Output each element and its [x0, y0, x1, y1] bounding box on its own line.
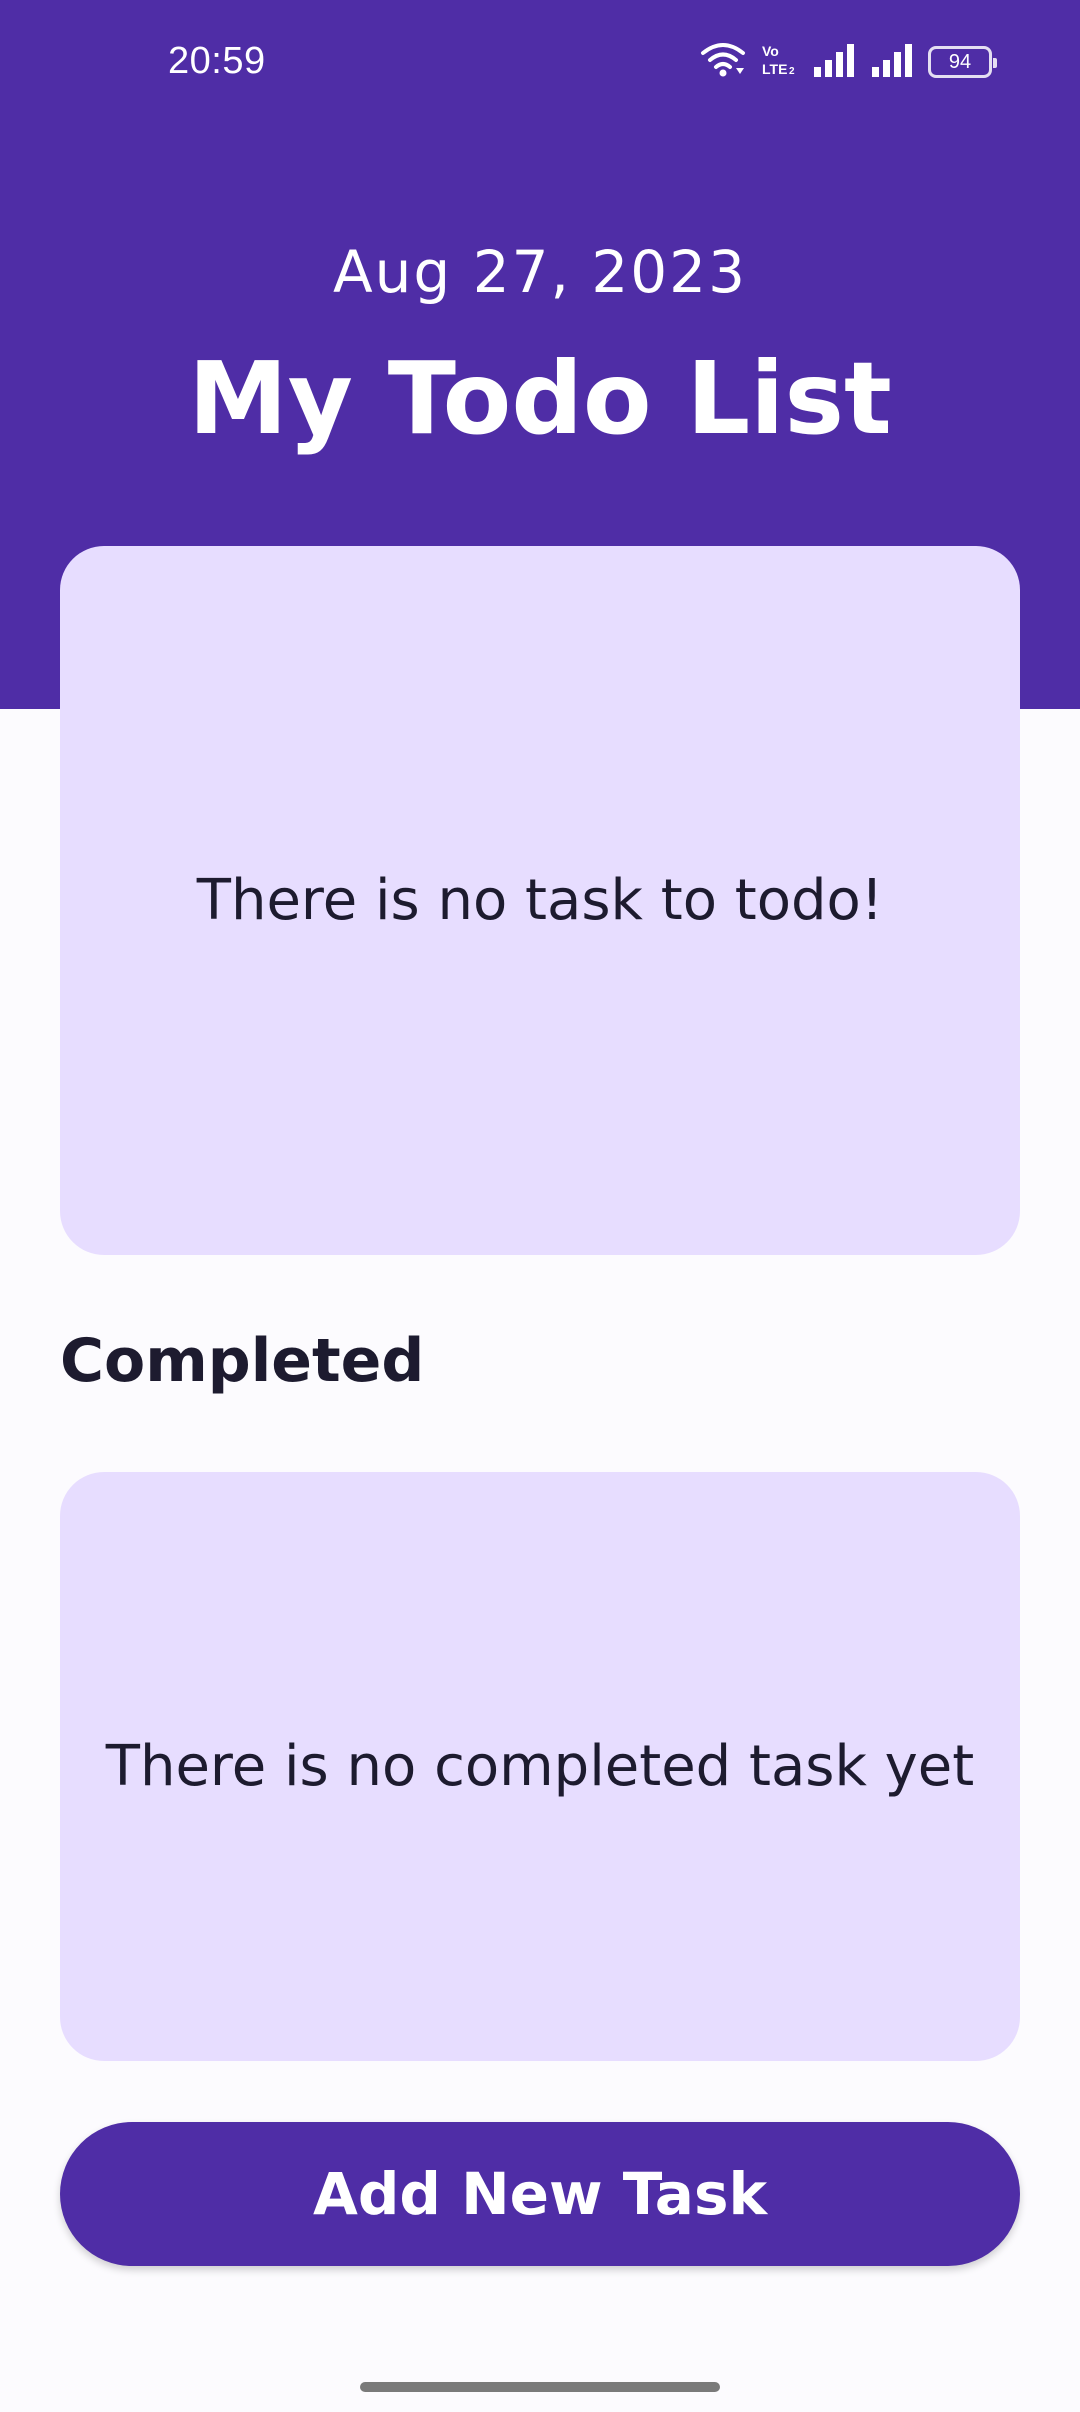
completed-empty-message: There is no completed task yet	[105, 1734, 975, 1799]
volte-icon: Vo LTE 2	[760, 41, 798, 83]
svg-text:Vo: Vo	[762, 43, 779, 59]
completed-heading: Completed	[60, 1326, 425, 1396]
signal-icon-1	[812, 43, 856, 81]
todo-empty-message: There is no task to todo!	[196, 868, 884, 933]
header-date: Aug 27, 2023	[333, 238, 747, 306]
signal-icon-2	[870, 43, 914, 81]
svg-text:2: 2	[789, 66, 795, 77]
screen: 20:59 Vo LTE 2 94 Aug 27, 2023 My Todo L…	[0, 0, 1080, 2412]
wifi-icon	[700, 40, 746, 84]
add-new-task-button[interactable]: Add New Task	[60, 2122, 1020, 2266]
todo-list-card: There is no task to todo!	[60, 546, 1020, 1255]
battery-level: 94	[948, 50, 972, 73]
status-icons: Vo LTE 2 94	[700, 40, 997, 84]
page-title: My Todo List	[188, 340, 892, 457]
svg-text:LTE: LTE	[762, 61, 787, 77]
battery-icon: 94	[928, 46, 997, 78]
home-indicator[interactable]	[360, 2382, 720, 2392]
completed-list-card: There is no completed task yet	[60, 1472, 1020, 2061]
add-new-task-label: Add New Task	[312, 2160, 768, 2228]
status-time: 20:59	[168, 40, 266, 82]
